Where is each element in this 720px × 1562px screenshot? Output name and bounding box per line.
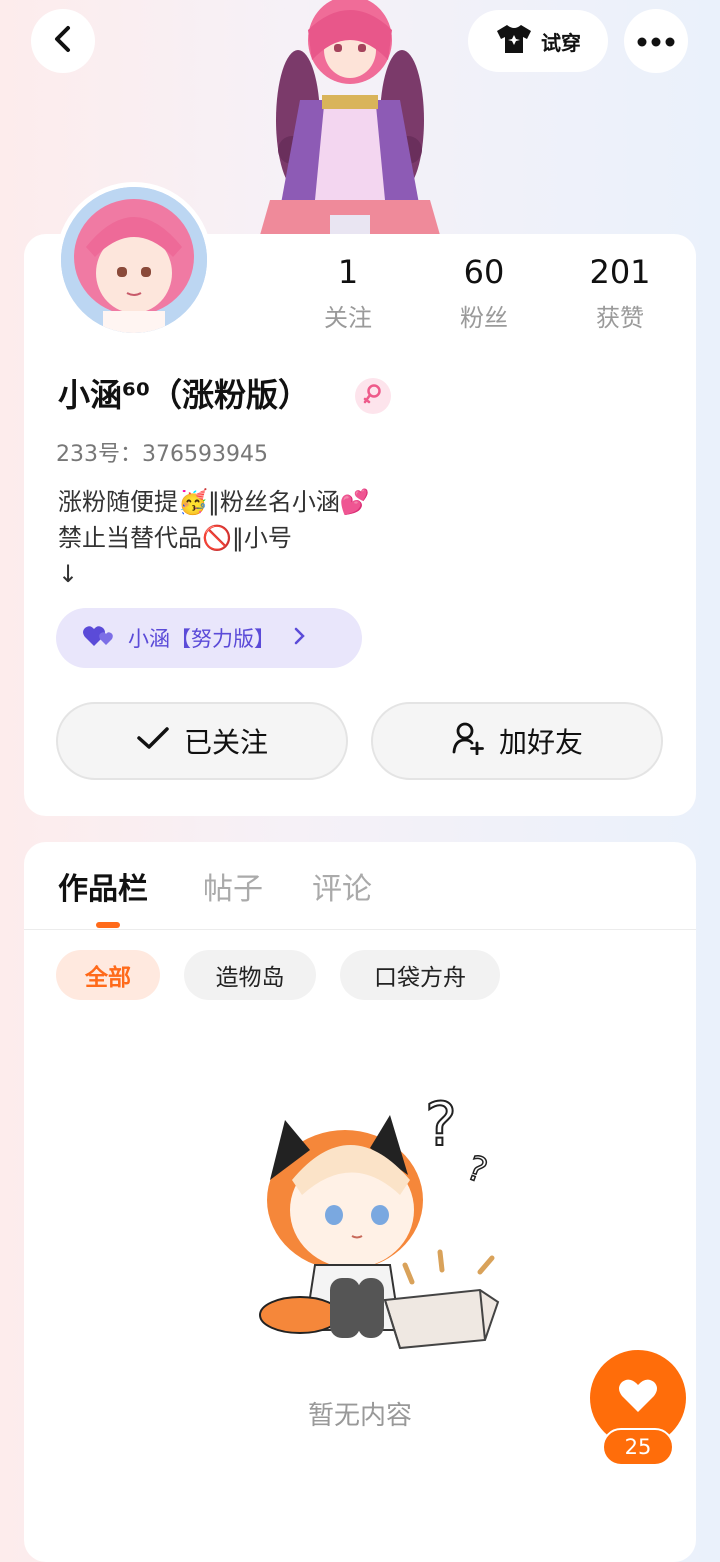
stat-value: 201 [589, 253, 651, 291]
gender-badge [355, 378, 391, 414]
more-dots-icon [637, 32, 675, 51]
svg-text:?: ? [462, 1148, 493, 1192]
tshirt-icon [495, 23, 533, 60]
try-on-label: 试穿 [541, 30, 581, 55]
stat-value: 60 [463, 253, 505, 291]
tab-works[interactable]: 作品栏 [58, 864, 148, 908]
filter-pocket-ark[interactable]: 口袋方舟 [340, 950, 500, 1000]
linked-account-name: 小涵【努力版】 [128, 627, 275, 651]
add-friend-label: 加好友 [498, 726, 583, 759]
linked-account-pill[interactable]: 小涵【努力版】 [56, 608, 362, 668]
stat-fans[interactable]: 60 粉丝 [429, 252, 539, 333]
chevron-right-icon [293, 626, 305, 650]
follow-button[interactable]: 已关注 [56, 702, 348, 780]
filter-creation-island[interactable]: 造物岛 [184, 950, 316, 1000]
stat-following[interactable]: 1 关注 [293, 252, 403, 333]
svg-text:?: ? [425, 1090, 457, 1160]
female-icon [362, 383, 384, 409]
profile-name: 小涵⁶⁰（涨粉版） [58, 376, 311, 414]
like-count-badge: 25 [602, 1428, 674, 1466]
empty-illustration: ? ? [230, 1089, 510, 1360]
check-icon [136, 725, 170, 758]
stat-label: 获赞 [596, 304, 644, 332]
tab-comments[interactable]: 评论 [312, 864, 372, 908]
divider [24, 929, 696, 930]
more-button[interactable] [624, 9, 688, 73]
heart-icon [82, 624, 116, 653]
tab-indicator [96, 922, 120, 928]
bio-line: 涨粉随便提🥳‖粉丝名小涵💕 [58, 488, 370, 516]
chevron-left-icon [51, 25, 75, 57]
add-friend-button[interactable]: 加好友 [371, 702, 663, 780]
stat-value: 1 [337, 253, 359, 291]
follow-label: 已关注 [183, 726, 268, 759]
stat-label: 关注 [324, 304, 372, 332]
stat-label: 粉丝 [460, 304, 508, 332]
bio-line: 禁止当替代品🚫‖小号 [58, 524, 292, 552]
heart-icon [618, 1378, 658, 1418]
back-button[interactable] [31, 9, 95, 73]
try-on-button[interactable]: 试穿 [468, 10, 608, 72]
add-user-icon [451, 721, 485, 762]
tab-posts[interactable]: 帖子 [203, 864, 263, 908]
user-id: 233号：376593945 [56, 442, 268, 467]
header-character-image [250, 0, 450, 235]
filter-all[interactable]: 全部 [56, 950, 160, 1000]
stat-likes[interactable]: 201 获赞 [565, 252, 675, 333]
bio: 涨粉随便提🥳‖粉丝名小涵💕 禁止当替代品🚫‖小号 ↓ [58, 484, 370, 592]
avatar[interactable] [56, 182, 212, 338]
bio-line: ↓ [58, 560, 79, 588]
